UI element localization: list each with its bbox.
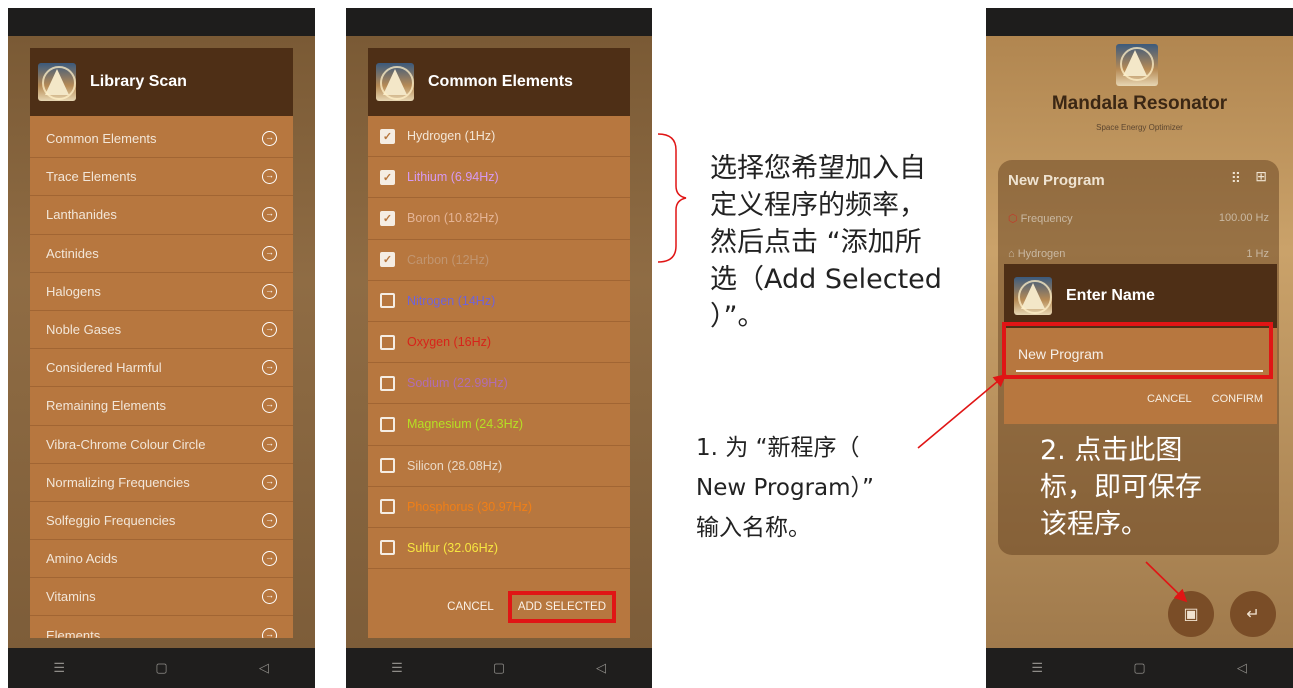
arrow-to-save [1145, 561, 1188, 603]
annotation-arrows [917, 373, 1188, 603]
arrow-to-input [917, 373, 1007, 449]
